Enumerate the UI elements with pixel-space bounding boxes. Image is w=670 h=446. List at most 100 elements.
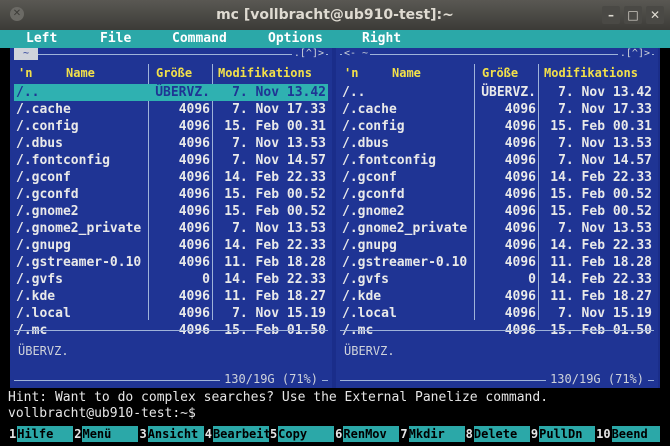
right-panel[interactable]: <- ~ .[^]> 'n Name Größe Modifikations /… <box>336 48 658 388</box>
fkey-5[interactable]: 5 Copy <box>268 426 335 442</box>
file-size: 4096 <box>178 306 210 321</box>
file-name: /.local <box>16 306 71 321</box>
col-size[interactable]: Größe <box>482 66 518 80</box>
file-size: 4096 <box>504 306 536 321</box>
fkey-number: 1 <box>8 426 18 442</box>
file-size: ÜBERVZ. <box>481 85 536 100</box>
file-row[interactable]: /.gnome2 4096 15. Feb 00.52 <box>340 203 654 220</box>
terminal-window: ✕ mc [vollbracht@ub910-test]:~ – □ ✕ Lef… <box>0 0 670 446</box>
panel-history-button[interactable]: ~ <box>14 48 38 60</box>
fkey-label: Ansicht <box>147 426 204 442</box>
fkey-6[interactable]: 6 RenMov <box>334 426 400 442</box>
file-row[interactable]: /.gconf 4096 14. Feb 22.33 <box>14 169 328 186</box>
file-name: /.gstreamer-0.10 <box>342 255 468 270</box>
fkey-7[interactable]: 7 Mkdir <box>399 426 465 442</box>
panel-hotlist-button[interactable]: .[^]> <box>617 48 652 60</box>
file-name: /.. <box>342 85 366 100</box>
close-icon[interactable]: ✕ <box>646 6 664 24</box>
minimize-icon[interactable]: – <box>602 6 620 24</box>
file-name: /.cache <box>16 102 71 117</box>
file-size: 4096 <box>504 289 536 304</box>
file-date: 15. Feb 00.31 <box>550 119 652 134</box>
panel-history-button[interactable]: <- ~ <box>342 48 371 60</box>
col-name[interactable]: Name <box>392 66 421 80</box>
file-size: 4096 <box>504 187 536 202</box>
file-name: /.gnome2 <box>16 204 79 219</box>
fkey-1[interactable]: 1 Hilfe <box>8 426 74 442</box>
file-row[interactable]: /.gconf 4096 14. Feb 22.33 <box>340 169 654 186</box>
fkey-label: Mkdir <box>408 426 465 442</box>
file-row[interactable]: /.gnome2_private 4096 7. Nov 13.53 <box>340 220 654 237</box>
file-row[interactable]: /.dbus 4096 7. Nov 13.53 <box>340 135 654 152</box>
file-row[interactable]: /.local 4096 7. Nov 15.19 <box>14 305 328 322</box>
file-name: /.fontconfig <box>342 153 436 168</box>
file-row[interactable]: /.fontconfig 4096 7. Nov 14.57 <box>340 152 654 169</box>
file-row[interactable]: /.config 4096 15. Feb 00.31 <box>14 118 328 135</box>
file-row[interactable]: /.local 4096 7. Nov 15.19 <box>340 305 654 322</box>
file-size: 4096 <box>178 102 210 117</box>
file-row[interactable]: /.kde 4096 11. Feb 18.27 <box>14 288 328 305</box>
file-row[interactable]: /.gvfs 0 14. Feb 22.33 <box>340 271 654 288</box>
fkey-9[interactable]: 9 PullDn <box>529 426 596 442</box>
file-row[interactable]: /.gnome2_private 4096 7. Nov 13.53 <box>14 220 328 237</box>
col-mod[interactable]: Modifikations <box>544 66 638 80</box>
fkey-4[interactable]: 4Bearbeiten <box>203 426 269 442</box>
menu-options[interactable]: Options <box>268 31 323 46</box>
file-name: /.gstreamer-0.10 <box>16 255 142 270</box>
col-size[interactable]: Größe <box>156 66 192 80</box>
file-row[interactable]: /.gstreamer-0.10 4096 11. Feb 18.28 <box>340 254 654 271</box>
panel-frame <box>340 54 654 55</box>
col-name[interactable]: Name <box>66 66 95 80</box>
file-row[interactable]: /.. ÜBERVZ. 7. Nov 13.42 <box>340 84 654 101</box>
file-size: 4096 <box>178 170 210 185</box>
file-row[interactable]: /.cache 4096 7. Nov 17.33 <box>340 101 654 118</box>
panel-hotlist-button[interactable]: .[^]> <box>291 48 326 60</box>
file-date: 14. Feb 22.33 <box>224 170 326 185</box>
file-row[interactable]: /.gstreamer-0.10 4096 11. Feb 18.28 <box>14 254 328 271</box>
file-row[interactable]: /.dbus 4096 7. Nov 13.53 <box>14 135 328 152</box>
file-name: /.gnupg <box>16 238 71 253</box>
file-date: 7. Nov 13.53 <box>232 221 326 236</box>
file-row[interactable]: /.kde 4096 11. Feb 18.27 <box>340 288 654 305</box>
fkey-8[interactable]: 8 Delete <box>464 426 530 442</box>
file-date: 14. Feb 22.33 <box>224 238 326 253</box>
shell-prompt[interactable]: vollbracht@ub910-test:~$ <box>8 406 196 421</box>
col-mod[interactable]: Modifikations <box>218 66 312 80</box>
menu-left[interactable]: Left <box>26 31 57 46</box>
file-row[interactable]: /.cache 4096 7. Nov 17.33 <box>14 101 328 118</box>
file-row[interactable]: /.gconfd 4096 15. Feb 00.52 <box>14 186 328 203</box>
file-row[interactable]: /.fontconfig 4096 7. Nov 14.57 <box>14 152 328 169</box>
col-n[interactable]: 'n <box>344 66 358 80</box>
window-menu-icon[interactable]: ✕ <box>10 7 24 21</box>
file-row[interactable]: /.. ÜBERVZ. 7. Nov 13.42 <box>14 84 328 101</box>
file-row[interactable]: /.config 4096 15. Feb 00.31 <box>340 118 654 135</box>
file-date: 11. Feb 18.28 <box>224 255 326 270</box>
file-name: /.kde <box>16 289 56 304</box>
col-n[interactable]: 'n <box>18 66 32 80</box>
fkey-10[interactable]: 10 Beend <box>595 426 660 442</box>
file-row[interactable]: /.gvfs 0 14. Feb 22.33 <box>14 271 328 288</box>
fkey-3[interactable]: 3 Ansicht <box>138 426 204 442</box>
fkey-2[interactable]: 2 Menü <box>73 426 139 442</box>
file-size: 4096 <box>504 136 536 151</box>
file-date: 15. Feb 00.52 <box>224 187 326 202</box>
maximize-icon[interactable]: □ <box>624 6 642 24</box>
file-size: 4096 <box>178 153 210 168</box>
file-row[interactable]: /.gnome2 4096 15. Feb 00.52 <box>14 203 328 220</box>
disk-usage: 130/19G (71%) <box>220 372 322 386</box>
file-size: 4096 <box>178 136 210 151</box>
file-date: 11. Feb 18.27 <box>550 289 652 304</box>
file-row[interactable]: /.gnupg 4096 14. Feb 22.33 <box>14 237 328 254</box>
file-date: 7. Nov 13.53 <box>232 136 326 151</box>
file-size: 4096 <box>504 153 536 168</box>
left-panel[interactable]: ~ .[^]> 'n Name Größe Modifikations /.. Ü… <box>10 48 332 388</box>
menu-file[interactable]: File <box>100 31 131 46</box>
file-date: 7. Nov 13.42 <box>558 85 652 100</box>
menu-right[interactable]: Right <box>362 31 401 46</box>
panel-divider <box>340 330 654 331</box>
file-row[interactable]: /.gconfd 4096 15. Feb 00.52 <box>340 186 654 203</box>
file-date: 7. Nov 13.53 <box>558 136 652 151</box>
menu-command[interactable]: Command <box>172 31 227 46</box>
file-row[interactable]: /.gnupg 4096 14. Feb 22.33 <box>340 237 654 254</box>
file-size: 4096 <box>178 289 210 304</box>
